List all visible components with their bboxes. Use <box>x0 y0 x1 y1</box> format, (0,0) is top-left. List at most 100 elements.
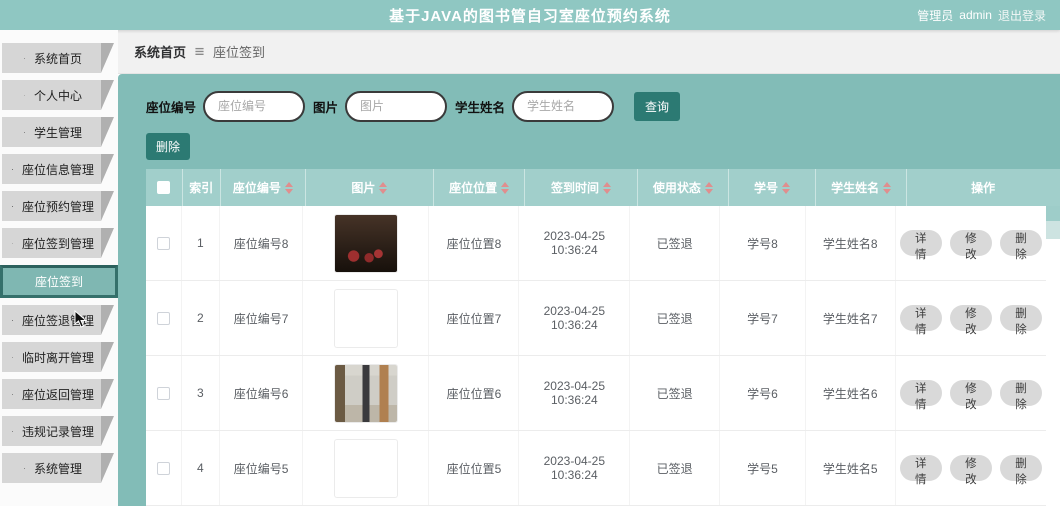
column-header: 学生姓名 <box>816 169 908 206</box>
cell-index: 3 <box>182 356 220 430</box>
sort-icon[interactable] <box>501 181 510 194</box>
delete-row-button[interactable]: 删除 <box>999 305 1042 336</box>
cell-actions: 详情 修改 删除 <box>896 281 1046 355</box>
table-header-row: 索引 座位编号 图片 座位位置 签到时间 使用状态 学号 学生姓名 操作 <box>146 169 1060 206</box>
seat-photo[interactable] <box>335 440 397 497</box>
cell-position: 座位位置5 <box>429 431 520 505</box>
cell-seat-no: 座位编号7 <box>220 281 304 355</box>
search-toolbar: 座位编号 图片 学生姓名 查询 <box>146 90 1060 122</box>
table-scroll-gutter <box>1046 206 1060 506</box>
row-checkbox[interactable] <box>157 311 170 325</box>
sidebar-item-label: 学生管理 <box>33 125 82 140</box>
sort-icon[interactable] <box>883 181 892 194</box>
column-header: 操作 <box>907 169 1060 206</box>
edit-button[interactable]: 修改 <box>949 380 992 411</box>
cell-image <box>303 431 430 505</box>
row-checkbox[interactable] <box>157 386 170 400</box>
sort-icon[interactable] <box>284 181 293 194</box>
detail-button[interactable]: 详情 <box>899 305 942 336</box>
row-checkbox-cell[interactable] <box>146 281 182 355</box>
seat-photo[interactable] <box>334 364 397 422</box>
table-body: 1 座位编号8 座位位置8 2023-04-25 10:36:24 已签退 学号… <box>146 206 1046 506</box>
sidebar-item-1[interactable]: 系统首页 <box>2 43 114 73</box>
select-all-checkbox[interactable] <box>157 181 171 194</box>
sort-icon[interactable] <box>782 181 790 194</box>
sidebar-item-label: 系统管理 <box>33 461 82 476</box>
row-checkbox[interactable] <box>157 236 170 250</box>
logout-button[interactable]: 退出登录 <box>998 7 1046 24</box>
sidebar-item-4[interactable]: 座位信息管理 <box>2 154 114 184</box>
user-role-label: 管理员 <box>917 8 954 23</box>
column-header: 座位编号 <box>221 169 306 206</box>
sidebar-item-8[interactable]: 临时离开管理 <box>2 342 114 372</box>
column-label: 操作 <box>971 181 996 195</box>
sidebar-subitem[interactable]: 座位签到 <box>0 265 118 298</box>
app-title: 基于JAVA的图书管自习室座位预约系统 <box>389 7 671 25</box>
cell-index: 4 <box>182 431 220 505</box>
cell-actions: 详情 修改 删除 <box>896 206 1046 280</box>
cell-seat-no: 座位编号5 <box>220 431 304 505</box>
cell-status: 已签退 <box>630 281 721 355</box>
cell-position: 座位位置7 <box>429 281 520 355</box>
cell-actions: 详情 修改 删除 <box>896 431 1046 505</box>
sidebar-item-6[interactable]: 座位签到管理 <box>2 228 114 258</box>
sidebar-item-label: 个人中心 <box>33 88 82 103</box>
edit-button[interactable]: 修改 <box>949 455 992 486</box>
table-row: 1 座位编号8 座位位置8 2023-04-25 10:36:24 已签退 学号… <box>146 206 1046 281</box>
data-table: 索引 座位编号 图片 座位位置 签到时间 使用状态 学号 学生姓名 操作 1 座位编号8 座位位… <box>146 169 1060 506</box>
column-label: 签到时间 <box>550 181 599 195</box>
sort-icon[interactable] <box>602 181 611 194</box>
row-checkbox[interactable] <box>157 461 170 475</box>
student-name-input[interactable] <box>512 90 615 122</box>
cell-student-id: 学号5 <box>720 431 806 505</box>
edit-button[interactable]: 修改 <box>949 305 992 336</box>
cell-status: 已签退 <box>630 206 721 280</box>
sidebar-item-label: 临时离开管理 <box>21 350 94 365</box>
seat-photo[interactable] <box>334 214 397 272</box>
breadcrumb-root[interactable]: 系统首页 <box>134 42 186 61</box>
column-label: 图片 <box>351 181 376 195</box>
username-label: admin <box>959 8 992 22</box>
sidebar: 系统首页 个人中心 学生管理 座位信息管理 座位预约管理 座位签到管理 座位签到… <box>0 30 118 506</box>
seat-no-label: 座位编号 <box>146 100 197 115</box>
sidebar-item-2[interactable]: 个人中心 <box>2 80 114 110</box>
sidebar-item-5[interactable]: 座位预约管理 <box>2 191 114 221</box>
sidebar-item-7[interactable]: 座位签退管理 <box>2 305 114 335</box>
row-checkbox-cell[interactable] <box>146 431 182 505</box>
table-row: 3 座位编号6 座位位置6 2023-04-25 10:36:24 已签退 学号… <box>146 356 1046 431</box>
sidebar-item-label: 违规记录管理 <box>21 424 94 439</box>
detail-button[interactable]: 详情 <box>899 230 942 261</box>
delete-row-button[interactable]: 删除 <box>999 230 1042 261</box>
batch-delete-button[interactable]: 删除 <box>146 133 190 160</box>
seat-no-input[interactable] <box>203 90 306 122</box>
delete-row-button[interactable]: 删除 <box>999 380 1042 411</box>
top-header-bar: 基于JAVA的图书管自习室座位预约系统 管理员 admin 退出登录 <box>0 0 1060 30</box>
detail-button[interactable]: 详情 <box>899 455 942 486</box>
content-panel: 座位编号 图片 学生姓名 查询 删除 索引座位编号图 <box>118 74 1060 506</box>
detail-button[interactable]: 详情 <box>899 380 942 411</box>
cell-student-name: 学生姓名5 <box>806 431 896 505</box>
seat-photo[interactable] <box>335 290 397 347</box>
edit-button[interactable]: 修改 <box>949 230 992 261</box>
query-button[interactable]: 查询 <box>634 91 681 121</box>
table-row: 4 座位编号5 座位位置5 2023-04-25 10:36:24 已签退 学号… <box>146 431 1046 506</box>
row-checkbox-cell[interactable] <box>146 356 182 430</box>
cell-status: 已签退 <box>630 431 721 505</box>
cell-image <box>303 281 430 355</box>
sidebar-item-label: 座位信息管理 <box>21 162 94 177</box>
cell-checkin-time: 2023-04-25 10:36:24 <box>519 356 631 430</box>
breadcrumb: 系统首页 座位签到 <box>118 30 1060 74</box>
sort-icon[interactable] <box>704 181 713 194</box>
column-header: 图片 <box>306 169 434 206</box>
row-checkbox-cell[interactable] <box>146 206 182 280</box>
sidebar-item-label: 座位返回管理 <box>21 387 94 402</box>
sort-icon[interactable] <box>379 181 388 194</box>
sidebar-item-11[interactable]: 系统管理 <box>2 453 114 483</box>
cell-student-id: 学号8 <box>720 206 806 280</box>
image-input[interactable] <box>345 90 448 122</box>
delete-row-button[interactable]: 删除 <box>999 455 1042 486</box>
sidebar-item-9[interactable]: 座位返回管理 <box>2 379 114 409</box>
sidebar-item-3[interactable]: 学生管理 <box>2 117 114 147</box>
column-label: 使用状态 <box>652 181 701 195</box>
sidebar-item-10[interactable]: 违规记录管理 <box>2 416 114 446</box>
